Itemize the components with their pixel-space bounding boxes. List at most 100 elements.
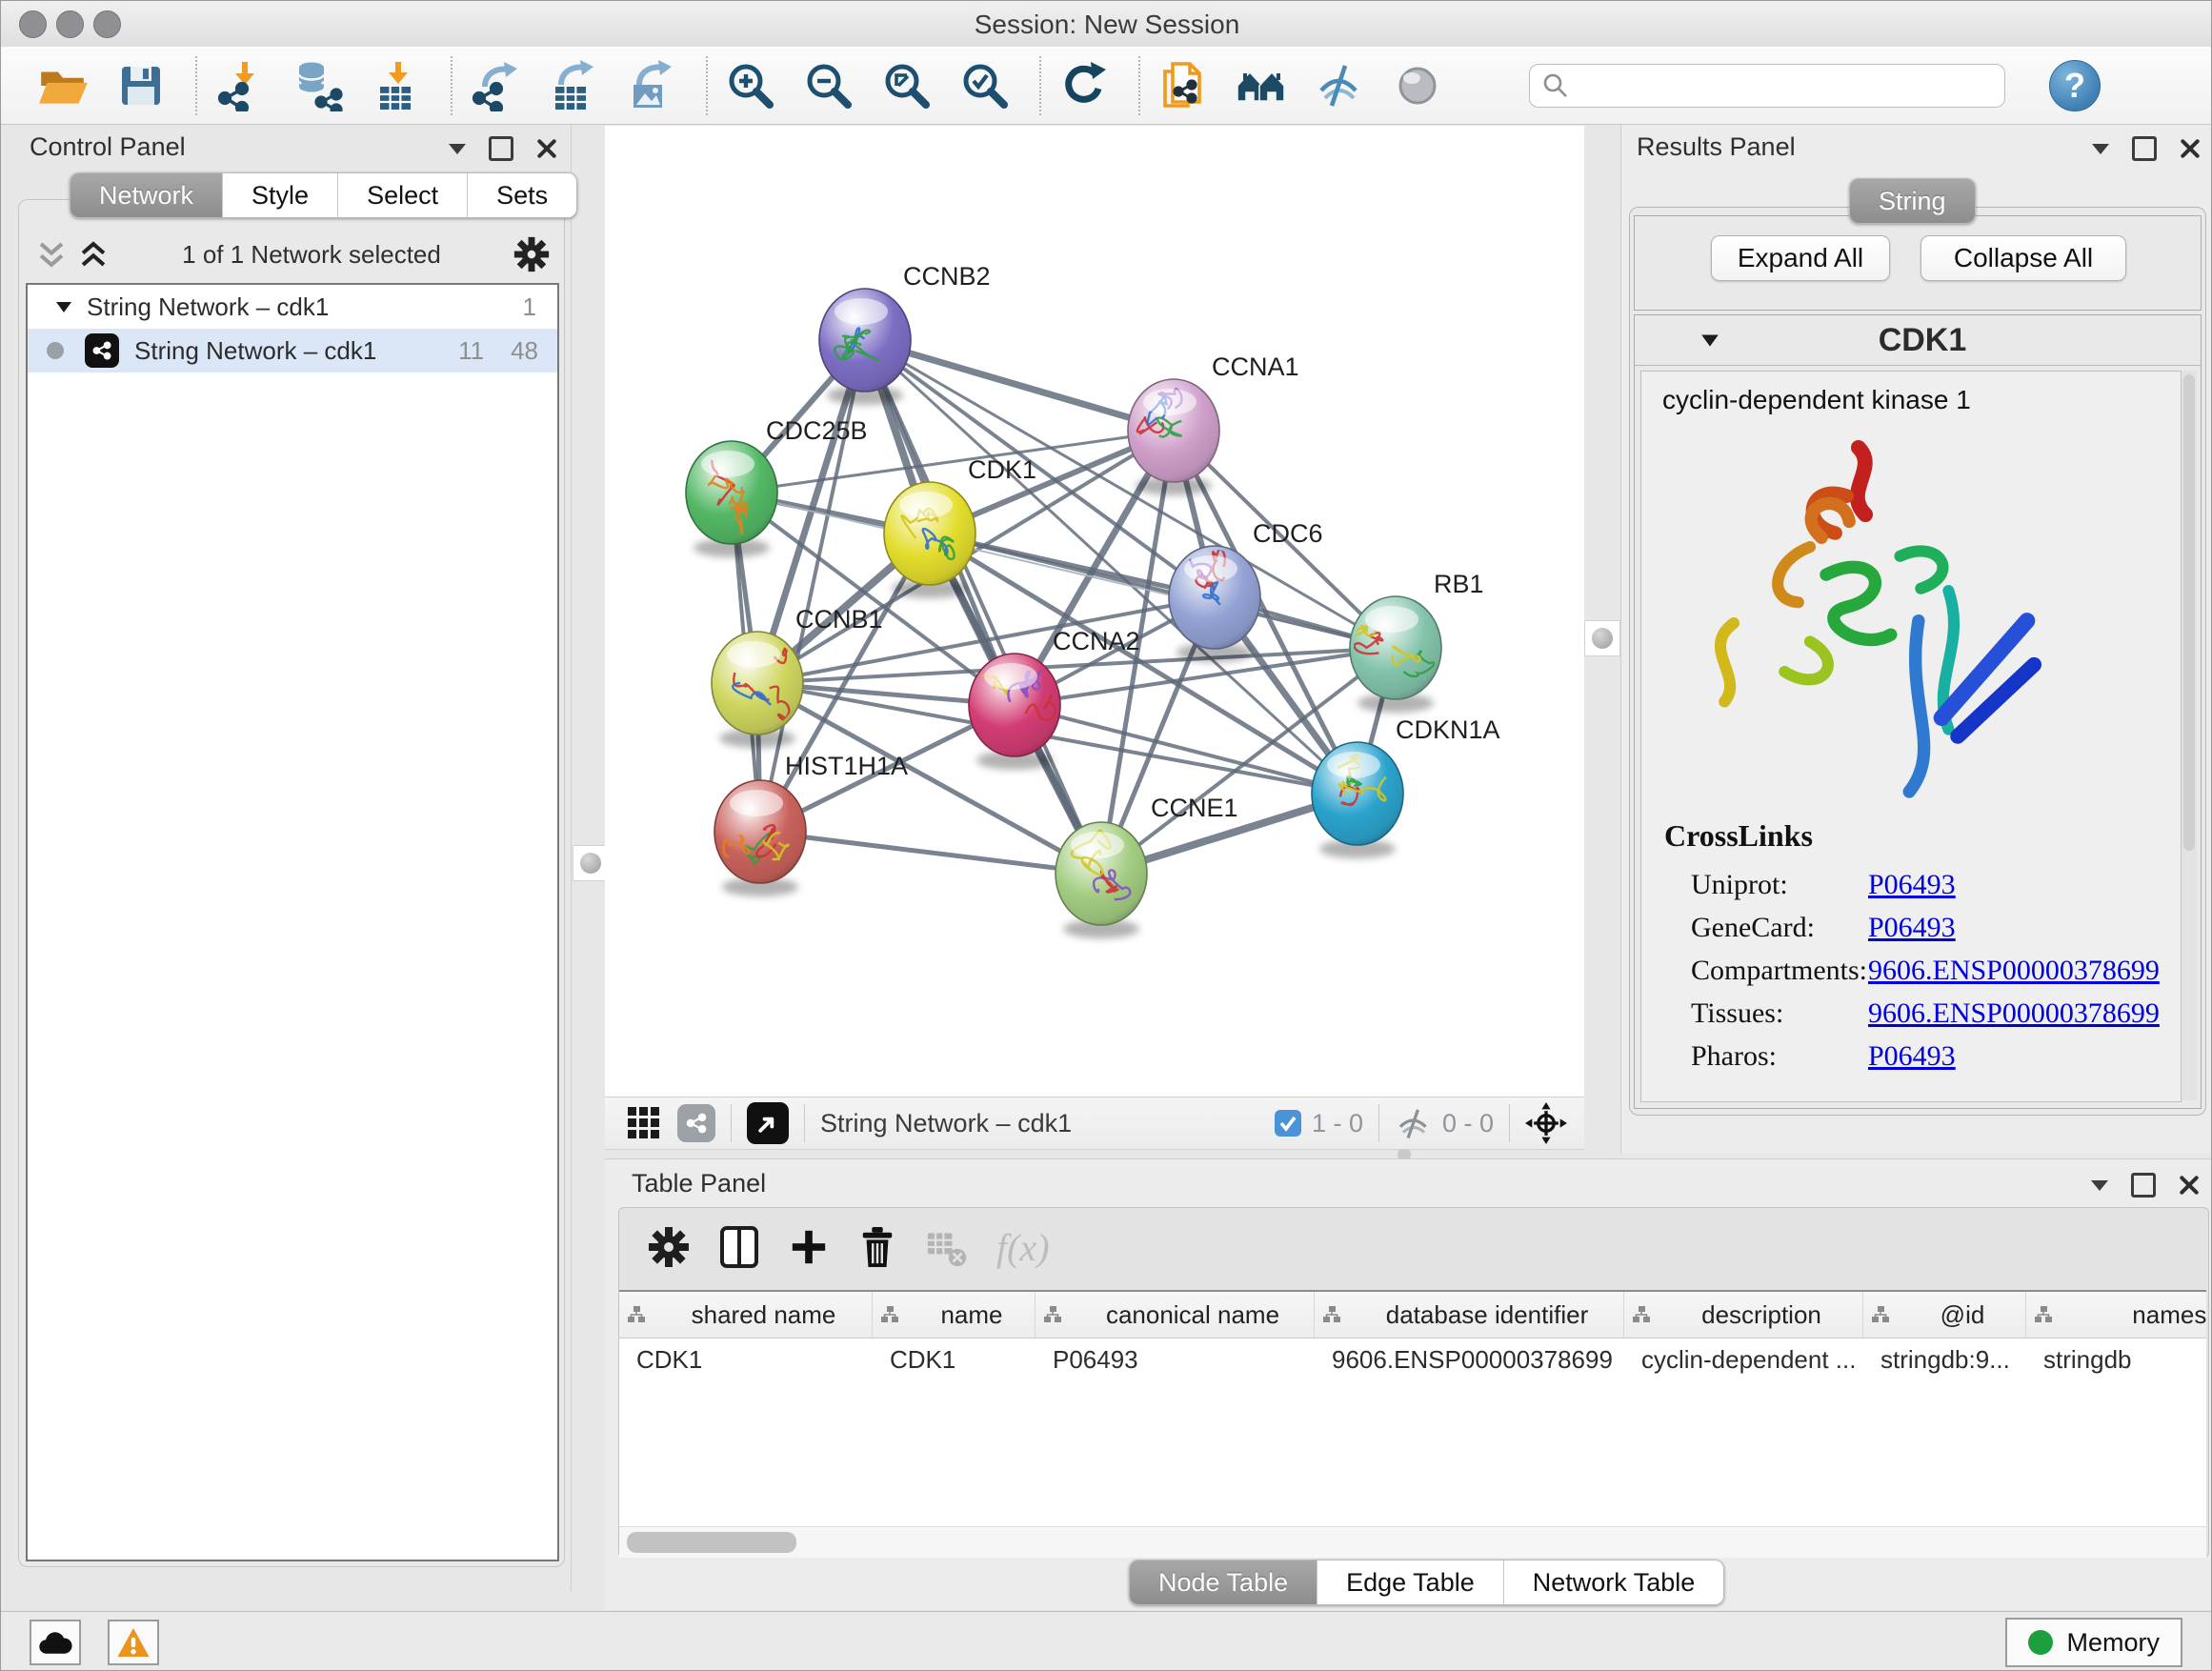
tab-network-table[interactable]: Network Table — [1504, 1560, 1724, 1604]
tab-node-table[interactable]: Node Table — [1130, 1560, 1317, 1604]
tab-select[interactable]: Select — [338, 173, 468, 217]
column-header-description[interactable]: description — [1624, 1292, 1863, 1338]
collapse-all-button[interactable]: Collapse All — [1920, 235, 2126, 281]
crosslink-link[interactable]: P06493 — [1868, 912, 1956, 944]
column-header-shared-name[interactable]: shared name — [619, 1292, 873, 1338]
edge-HIST1H1A-CCNE1[interactable] — [760, 832, 1101, 874]
cell-name[interactable]: CDK1 — [873, 1339, 1036, 1380]
node-CDC25B[interactable]: CDC25B — [686, 416, 868, 557]
memory-button[interactable]: Memory — [2005, 1618, 2182, 1667]
add-column-icon[interactable] — [789, 1227, 829, 1267]
export-image-button[interactable] — [624, 58, 679, 113]
pan-crosshair-icon[interactable] — [1525, 1102, 1567, 1144]
table-scrollbar-thumb[interactable] — [627, 1532, 796, 1553]
float-panel-icon[interactable] — [2132, 136, 2157, 161]
search-input[interactable] — [1570, 70, 1974, 101]
collapse-gene-icon[interactable] — [1699, 332, 1720, 349]
results-scrollbar[interactable] — [2181, 371, 2197, 1100]
edge-CCNB2-CCNA1[interactable] — [865, 340, 1174, 431]
tab-edge-table[interactable]: Edge Table — [1317, 1560, 1504, 1604]
warnings-button[interactable] — [108, 1620, 159, 1665]
crosslink-link[interactable]: 9606.ENSP00000378699 — [1868, 955, 2160, 987]
export-table-file-button[interactable] — [546, 58, 601, 113]
float-panel-icon[interactable] — [489, 136, 513, 161]
close-panel-icon[interactable] — [2179, 1175, 2200, 1196]
expand-all-button[interactable]: Expand All — [1711, 235, 1890, 281]
node-CCNB2[interactable]: CCNB2 — [819, 262, 991, 405]
string-import-button[interactable] — [1156, 58, 1211, 113]
tab-style[interactable]: Style — [223, 173, 338, 217]
panel-menu-icon[interactable] — [449, 144, 466, 154]
crosslink-link[interactable]: P06493 — [1868, 1040, 1956, 1073]
crosslink-link[interactable]: P06493 — [1868, 869, 1956, 901]
tab-sets[interactable]: Sets — [468, 173, 576, 217]
tab-string[interactable]: String — [1850, 179, 1975, 223]
table-horizontal-scrollbar[interactable] — [619, 1526, 2206, 1558]
zoom-out-icon — [803, 60, 855, 111]
gear-icon[interactable] — [648, 1226, 690, 1268]
string-file-icon — [1157, 60, 1209, 111]
edge-CDK1-RB1[interactable] — [930, 534, 1396, 648]
zoom-fit-button[interactable] — [879, 58, 935, 113]
column-header-id[interactable]: @id — [1863, 1292, 2026, 1338]
close-panel-icon[interactable] — [2180, 138, 2201, 159]
import-table-file-button[interactable] — [369, 58, 424, 113]
selected-checkbox-icon[interactable] — [1274, 1109, 1302, 1137]
column-header-namespace[interactable]: namespace — [2026, 1292, 2206, 1338]
close-panel-icon[interactable] — [536, 138, 557, 159]
edge-CCNB2-CCNE1[interactable] — [865, 340, 1101, 874]
float-panel-icon[interactable] — [2131, 1173, 2156, 1198]
search-box[interactable] — [1529, 64, 2005, 108]
results-scrollbar-thumb[interactable] — [2183, 374, 2195, 851]
network-canvas[interactable]: CCNB2CCNA1CDC25BCDK1CDC6RB1CCNB1CCNA2CDK… — [605, 126, 1584, 1097]
expand-all-icon[interactable] — [77, 240, 110, 269]
cloud-status-button[interactable] — [30, 1620, 81, 1665]
node-HIST1H1A[interactable]: HIST1H1A — [714, 752, 908, 896]
delete-column-icon[interactable] — [857, 1225, 897, 1269]
zoom-out-button[interactable] — [801, 58, 856, 113]
cell-database-identifier[interactable]: 9606.ENSP00000378699 — [1315, 1339, 1624, 1380]
zoom-selected-button[interactable] — [957, 58, 1013, 113]
zoom-in-button[interactable] — [723, 58, 778, 113]
show-all-networks-button[interactable] — [1234, 58, 1289, 113]
grid-view-icon[interactable] — [626, 1105, 662, 1141]
node-CCNA1[interactable]: CCNA1 — [1128, 352, 1299, 495]
import-network-database-button[interactable] — [291, 58, 346, 113]
column-header-canonical-name[interactable]: canonical name — [1036, 1292, 1315, 1338]
network-collection-row[interactable]: String Network – cdk1 1 — [28, 285, 557, 329]
node-RB1[interactable]: RB1 — [1346, 570, 1484, 713]
cell-namespace[interactable]: stringdb — [2026, 1339, 2206, 1380]
string-view-icon[interactable] — [677, 1104, 715, 1142]
gear-icon[interactable] — [513, 236, 550, 272]
tab-network[interactable]: Network — [70, 173, 223, 217]
import-network-file-button[interactable] — [212, 58, 268, 113]
refresh-button[interactable] — [1056, 58, 1112, 113]
column-header-name[interactable]: name — [873, 1292, 1036, 1338]
network-row-selected[interactable]: String Network – cdk1 11 48 — [28, 329, 557, 372]
right-splitter-handle[interactable] — [1584, 620, 1620, 656]
cell-shared-name[interactable]: CDK1 — [619, 1339, 873, 1380]
help-button[interactable]: ? — [2049, 60, 2101, 111]
expander-icon[interactable] — [54, 299, 73, 314]
node-CCNE1[interactable]: CCNE1 — [1056, 794, 1238, 938]
node-CDKN1A[interactable]: CDKN1A — [1312, 715, 1500, 858]
export-network-file-button[interactable] — [468, 58, 523, 113]
select-columns-icon[interactable] — [718, 1225, 760, 1269]
cell-id[interactable]: stringdb:9... — [1863, 1339, 2026, 1380]
collapse-all-icon[interactable] — [35, 240, 68, 269]
birds-eye-view-icon[interactable] — [747, 1102, 789, 1144]
column-header-database-identifier[interactable]: database identifier — [1315, 1292, 1624, 1338]
open-session-button[interactable] — [35, 58, 90, 113]
cell-description[interactable]: cyclin-dependent ... — [1624, 1339, 1863, 1380]
table-row[interactable]: CDK1 CDK1 P06493 9606.ENSP00000378699 cy… — [619, 1339, 2206, 1380]
show-hidden-button[interactable] — [1390, 58, 1445, 113]
save-session-button[interactable] — [113, 58, 169, 113]
network-graph[interactable]: CCNB2CCNA1CDC25BCDK1CDC6RB1CCNB1CCNA2CDK… — [605, 126, 1584, 1097]
hide-unhide-button[interactable] — [1312, 58, 1367, 113]
crosslink-link[interactable]: 9606.ENSP00000378699 — [1868, 997, 2160, 1030]
left-splitter-handle[interactable] — [573, 845, 609, 881]
panel-menu-icon[interactable] — [2092, 144, 2109, 154]
cell-canonical-name[interactable]: P06493 — [1036, 1339, 1315, 1380]
gene-header[interactable]: CDK1 — [1635, 315, 2201, 366]
panel-menu-icon[interactable] — [2091, 1180, 2108, 1191]
